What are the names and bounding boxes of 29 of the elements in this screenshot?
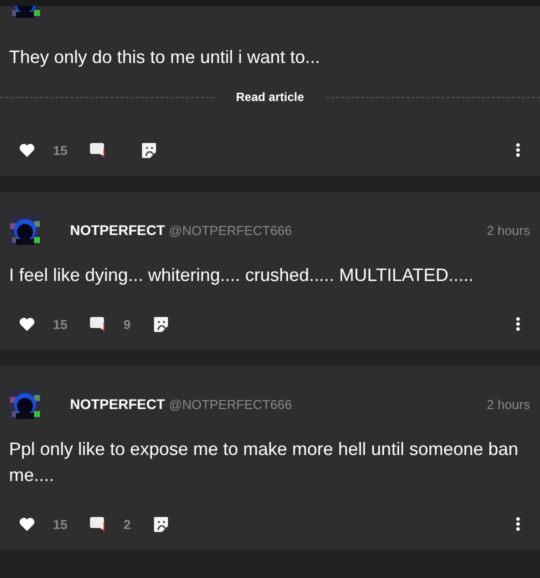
post-time: 2 hours xyxy=(486,396,530,412)
like-count: 15 xyxy=(53,516,68,532)
post-text: Ppl only like to expose me to make more hell until someone ban me.... xyxy=(8,438,520,487)
comment-count: 9 xyxy=(123,316,131,332)
more-options-icon[interactable] xyxy=(516,517,520,531)
more-options-icon[interactable] xyxy=(516,143,520,157)
author-name[interactable]: NOTPERFECT xyxy=(70,222,165,238)
sad-sticker-icon[interactable] xyxy=(152,316,169,332)
avatar-icon xyxy=(8,387,42,421)
post-text: They only do this to me until i want to... xyxy=(8,46,322,69)
comment-count: 2 xyxy=(123,516,131,532)
like-count: 15 xyxy=(53,316,68,332)
comment-icon[interactable] xyxy=(89,316,106,332)
author-handle: @NOTPERFECT666 xyxy=(168,222,292,238)
more-options-icon[interactable] xyxy=(516,317,520,331)
sad-sticker-icon[interactable] xyxy=(141,142,158,158)
post-text: I feel like dying... whitering.... crushed..... MULTILATED..... xyxy=(8,264,475,287)
author-name[interactable]: NOTPERFECT xyxy=(70,396,165,412)
post-time: 2 hours xyxy=(486,222,530,238)
read-article-link[interactable]: Read article xyxy=(236,90,304,104)
heart-icon[interactable] xyxy=(19,143,35,157)
heart-icon[interactable] xyxy=(19,317,35,331)
heart-icon[interactable] xyxy=(19,517,35,531)
avatar-icon xyxy=(8,213,42,247)
comment-icon[interactable] xyxy=(89,516,106,532)
like-count: 15 xyxy=(53,142,68,158)
author-handle: @NOTPERFECT666 xyxy=(168,396,292,412)
sad-sticker-icon[interactable] xyxy=(152,516,169,532)
comment-icon[interactable] xyxy=(89,142,106,158)
